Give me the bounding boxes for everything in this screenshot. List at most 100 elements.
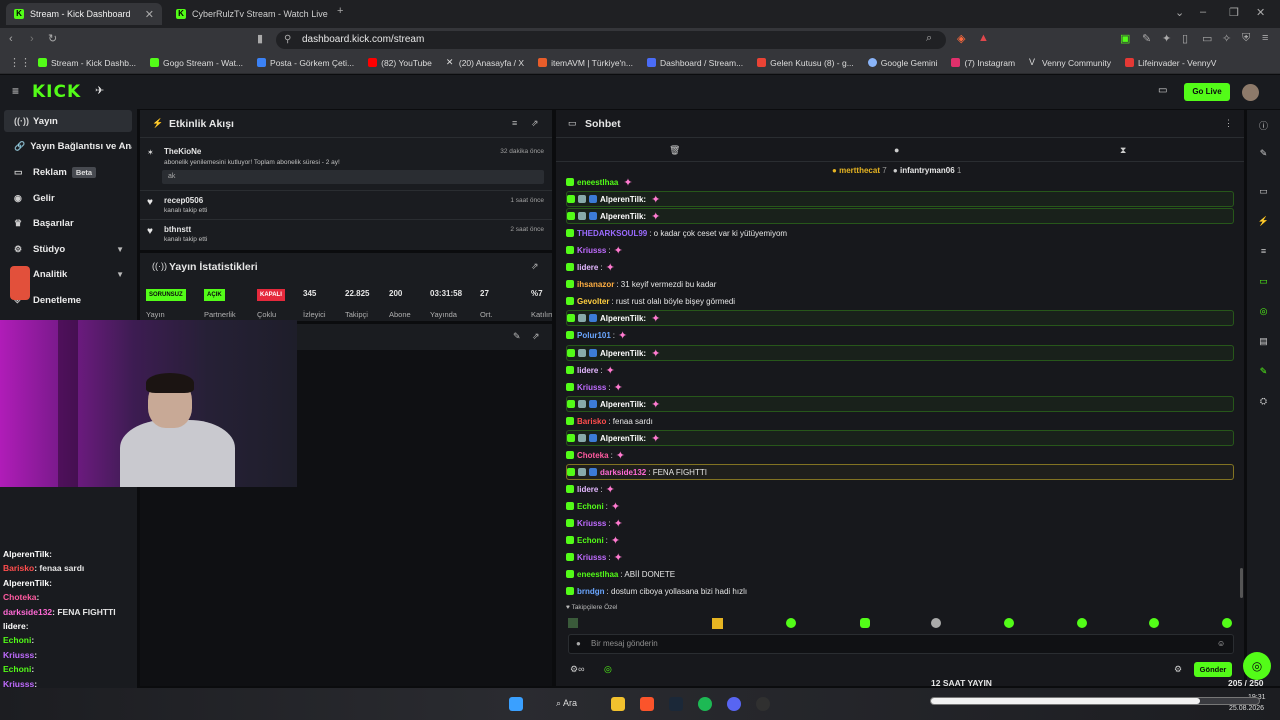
tab-kick-dashboard[interactable]: K Stream - Kick Dashboard ✕ — [6, 3, 162, 25]
avatar[interactable] — [1242, 84, 1259, 101]
chat-username[interactable]: Barisko — [577, 417, 606, 426]
broadcast-icon[interactable]: ◎ — [1257, 306, 1270, 319]
channel-points-icon[interactable]: ◎ — [604, 664, 612, 675]
brave-rewards-icon[interactable]: ▲ — [978, 32, 989, 44]
back-icon[interactable]: ‹ — [9, 33, 13, 45]
emote-icon[interactable] — [786, 618, 796, 628]
chat-settings-icon[interactable]: ⚙ — [1174, 664, 1182, 675]
chat-username[interactable]: Choteka — [577, 451, 609, 460]
chat-message[interactable]: AlperenTilk: ✦ — [566, 345, 1234, 361]
emote-icon[interactable] — [1149, 618, 1159, 628]
maximize-icon[interactable]: ❐ — [1229, 6, 1239, 19]
bookmark-item[interactable]: Gogo Stream - Wat... — [150, 58, 243, 68]
emote-icon[interactable] — [931, 618, 941, 628]
filter-icon[interactable]: ≡ — [512, 118, 517, 128]
chat-username[interactable]: AlperenTilk: — [600, 212, 646, 221]
discord-icon[interactable] — [727, 697, 741, 711]
edit-icon[interactable]: ✎ — [513, 331, 521, 342]
chat-username[interactable]: Echoni — [577, 536, 604, 545]
apps-grid-icon[interactable]: ⋮⋮ — [9, 56, 31, 69]
site-info-icon[interactable]: ⚲ — [284, 31, 291, 49]
wallet-icon[interactable]: ▭ — [1202, 32, 1212, 45]
brave-shield-icon[interactable]: ◈ — [957, 32, 965, 45]
send-button[interactable]: Gönder — [1194, 662, 1232, 677]
bookmark-item[interactable]: Lifeinvader - VennyV — [1125, 58, 1216, 68]
event-username[interactable]: bthnstt — [164, 225, 191, 234]
chat-username[interactable]: Echoni — [577, 502, 604, 511]
chat-message[interactable]: Polur101: ✦ — [566, 327, 1234, 343]
chat-username[interactable]: AlperenTilk: — [600, 195, 646, 204]
chat-message[interactable]: Kriusss: ✦ — [566, 242, 1234, 258]
sidebar-item-stream-key[interactable]: 🔗 Yayın Bağlantısı ve Anahtarı — [4, 135, 132, 157]
chat-message[interactable]: AlperenTilk: ✦ — [566, 208, 1234, 224]
chat-message[interactable]: AlperenTilk: ✦ — [566, 310, 1234, 326]
chat-username[interactable]: AlperenTilk: — [600, 349, 646, 358]
bookmark-item[interactable]: Dashboard / Stream... — [647, 58, 743, 68]
chat-message[interactable]: Kriusss: ✦ — [566, 549, 1234, 565]
tools-icon[interactable]: ✎ — [1257, 366, 1270, 379]
kick-logo[interactable]: KICK — [32, 82, 81, 102]
lightning-icon[interactable]: ⚡ — [1257, 216, 1270, 229]
sidebar-toggle-icon[interactable]: ▯ — [1182, 32, 1188, 45]
sidebar-item-basarilar[interactable]: ♛ Başarılar — [4, 212, 132, 234]
sidebar-item-studyo[interactable]: ⚙ Stüdyo ▼ — [4, 238, 132, 260]
chat-username[interactable]: Polur101 — [577, 331, 611, 340]
chat-scrollbar[interactable] — [1240, 568, 1243, 598]
chat-username[interactable]: AlperenTilk: — [600, 400, 646, 409]
menu-icon[interactable]: ≡ — [1262, 32, 1268, 44]
chat-message[interactable]: Echoni: ✦ — [566, 532, 1234, 548]
chat-message[interactable]: Gevolter: rust rust olalı böyle bişey gö… — [566, 293, 1234, 309]
hamburger-menu-icon[interactable]: ≡ — [12, 84, 19, 98]
close-tab-icon[interactable]: ✕ — [139, 8, 154, 21]
chat-message[interactable]: AlperenTilk: ✦ — [566, 430, 1234, 446]
forward-icon[interactable]: › — [30, 33, 34, 45]
reload-icon[interactable]: ↻ — [48, 32, 57, 45]
chat-message[interactable]: Choteka: ✦ — [566, 447, 1234, 463]
bookmark-item[interactable]: Stream - Kick Dashb... — [38, 58, 136, 68]
chat-message[interactable]: Barisko: fenaa sardı — [566, 413, 1234, 429]
tab-list-icon[interactable]: ⌄ — [1175, 6, 1184, 19]
chat-message[interactable]: AlperenTilk: ✦ — [566, 396, 1234, 412]
extensions-puzzle-icon[interactable]: ✦ — [1162, 32, 1171, 45]
chat-message[interactable]: Kriusss: ✦ — [566, 379, 1234, 395]
bookmark-item[interactable]: V Venny Community — [1029, 58, 1111, 68]
chat-message[interactable]: lidere: ✦ — [566, 362, 1234, 378]
emote-icon[interactable] — [1004, 618, 1014, 628]
bookmark-item[interactable]: Posta - Görkem Çeti... — [257, 58, 354, 68]
chat-username[interactable]: Kriusss — [577, 519, 606, 528]
emote-icon[interactable] — [712, 618, 723, 629]
steam-icon[interactable] — [669, 697, 683, 711]
chat-input[interactable]: ● Bir mesaj gönderin ☺ — [568, 634, 1234, 654]
leo-icon[interactable]: ✧ — [1222, 32, 1231, 45]
trash-icon[interactable]: 🗑 — [669, 145, 680, 156]
more-options-icon[interactable]: ⋮ — [1224, 118, 1233, 129]
chat-message[interactable]: brndgn: dostum ciboya yollasana bizi had… — [566, 583, 1234, 599]
chat-username[interactable]: Kriusss — [577, 553, 606, 562]
bookmark-icon[interactable]: ▮ — [257, 32, 263, 45]
sidebar-item-reklam[interactable]: ▭ Reklam Beta — [4, 161, 132, 183]
bookmark-item[interactable]: ✕ (20) Anasayfa / X — [446, 58, 524, 68]
sidebar-item-gelir[interactable]: ◉ Gelir — [4, 187, 132, 209]
emote-picker-icon[interactable]: ☺ — [1217, 635, 1225, 653]
chat-message[interactable]: lidere: ✦ — [566, 259, 1234, 275]
slow-mode-icon[interactable]: ⧗ — [1120, 145, 1126, 156]
event-username[interactable]: recep0506 — [164, 196, 203, 205]
brave-browser-icon[interactable] — [640, 697, 654, 711]
chat-icon[interactable]: ● — [894, 145, 899, 155]
chat-username[interactable]: AlperenTilk: — [600, 314, 646, 323]
new-tab-button[interactable]: + — [337, 5, 343, 17]
theater-mode-icon[interactable]: ▭ — [1158, 85, 1167, 96]
tab-cyberrulz[interactable]: K CyberRulzTv Stream - Watch Live on ✕ — [168, 3, 328, 25]
bookmark-item[interactable]: (7) Instagram — [951, 58, 1015, 68]
bookmark-item[interactable]: itemAVM | Türkiye'n... — [538, 58, 633, 68]
windows-start-icon[interactable] — [509, 697, 523, 711]
extension-icon[interactable]: ▣ — [1120, 32, 1130, 45]
chat-username[interactable]: ihsanazor — [577, 280, 614, 289]
url-field[interactable]: ⚲ dashboard.kick.com/stream — [276, 31, 946, 49]
info-icon[interactable]: ⓘ — [1257, 119, 1270, 132]
chat-message[interactable]: eneestlhaa: ABİİ DONETE — [566, 566, 1234, 582]
emote-icon[interactable] — [1222, 618, 1232, 628]
chat-username[interactable]: Gevolter — [577, 297, 609, 306]
bookmark-item[interactable]: Google Gemini — [867, 58, 937, 68]
chat-message[interactable]: Kriusss: ✦ — [566, 515, 1234, 531]
